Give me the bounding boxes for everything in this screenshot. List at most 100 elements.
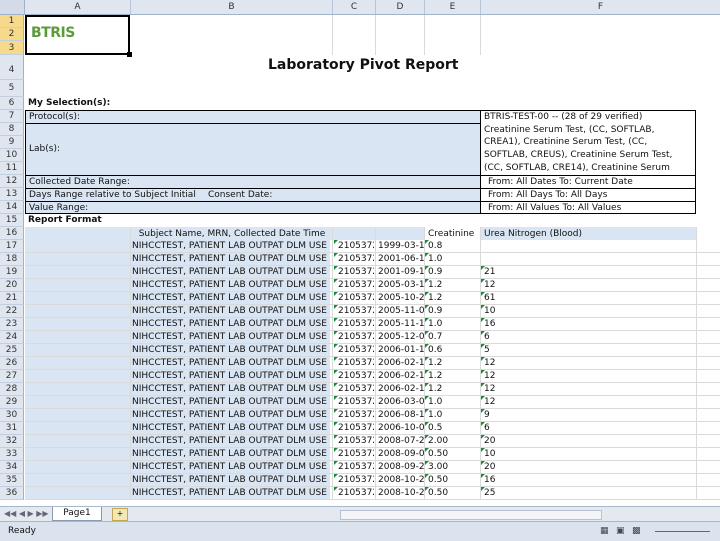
cell-collected-date[interactable]: 2001-06-16 (378, 253, 424, 265)
cell-mrn[interactable]: 2105372 (338, 279, 374, 291)
cell-subject-name[interactable]: NIHCCTEST, PATIENT LAB OUTPAT DLM USE ON… (132, 448, 330, 460)
cell-collected-date[interactable]: 2008-07-29 (378, 435, 424, 447)
cell-subject-name[interactable]: NIHCCTEST, PATIENT LAB OUTPAT DLM USE ON… (132, 422, 330, 434)
row-header-28[interactable]: 28 (0, 383, 24, 396)
row-header-30[interactable]: 30 (0, 409, 24, 422)
tab-scroll-left-icon[interactable]: ◀◀ ◀ ▶ ▶▶ (4, 509, 49, 518)
select-all-corner[interactable] (0, 0, 25, 14)
cell-creatinine[interactable]: 3.00 (428, 461, 478, 473)
cell-collected-date[interactable]: 2006-02-12 (378, 357, 424, 369)
cell-collected-date[interactable]: 2006-03-01 (378, 396, 424, 408)
row-header-6[interactable]: 6 (0, 97, 24, 110)
cell-mrn[interactable]: 2105372 (338, 344, 374, 356)
cell-collected-date[interactable]: 2005-11-01 (378, 305, 424, 317)
cell-subject-name[interactable]: NIHCCTEST, PATIENT LAB OUTPAT DLM USE ON… (132, 292, 330, 304)
cell-urea-nitrogen[interactable]: 6 (484, 331, 544, 343)
column-header-c[interactable]: C (333, 0, 376, 14)
cell-creatinine[interactable]: 0.9 (428, 266, 478, 278)
cell-creatinine[interactable]: 1.2 (428, 370, 478, 382)
cell-collected-date[interactable]: 2006-10-03 (378, 422, 424, 434)
cell-subject-name[interactable]: NIHCCTEST, PATIENT LAB OUTPAT DLM USE ON… (132, 331, 330, 343)
cell-creatinine[interactable]: 1.0 (428, 253, 478, 265)
cell-urea-nitrogen[interactable]: 12 (484, 357, 544, 369)
row-header-5[interactable]: 5 (0, 80, 24, 97)
column-header-f[interactable]: F (481, 0, 720, 14)
cell-collected-date[interactable]: 2005-03-18 (378, 279, 424, 291)
cell-creatinine[interactable]: 0.7 (428, 331, 478, 343)
row-header-12[interactable]: 12 (0, 175, 24, 188)
cell-creatinine[interactable]: 2.00 (428, 435, 478, 447)
cell-mrn[interactable]: 2105372 (338, 409, 374, 421)
cell-mrn[interactable]: 2105372 (338, 266, 374, 278)
cell-urea-nitrogen[interactable]: 20 (484, 461, 544, 473)
cell-creatinine[interactable]: 1.0 (428, 318, 478, 330)
row-header-34[interactable]: 34 (0, 461, 24, 474)
cell-subject-name[interactable]: NIHCCTEST, PATIENT LAB OUTPAT DLM USE ON… (132, 396, 330, 408)
row-header-23[interactable]: 23 (0, 318, 24, 331)
zoom-slider[interactable] (655, 531, 710, 532)
row-header-4[interactable]: 4 (0, 55, 24, 80)
cell-creatinine[interactable]: 0.50 (428, 474, 478, 486)
row-header-27[interactable]: 27 (0, 370, 24, 383)
cell-collected-date[interactable]: 2005-10-22 (378, 292, 424, 304)
cell-urea-nitrogen[interactable]: 9 (484, 409, 544, 421)
insert-sheet-icon[interactable]: + (112, 508, 128, 521)
cell-subject-name[interactable]: NIHCCTEST, PATIENT LAB OUTPAT DLM USE ON… (132, 357, 330, 369)
cell-subject-name[interactable]: NIHCCTEST, PATIENT LAB OUTPAT DLM USE ON… (132, 344, 330, 356)
cell-urea-nitrogen[interactable]: 12 (484, 279, 544, 291)
cell-collected-date[interactable]: 2001-09-10 (378, 266, 424, 278)
row-header-29[interactable]: 29 (0, 396, 24, 409)
cell-urea-nitrogen[interactable]: 10 (484, 305, 544, 317)
cell-urea-nitrogen[interactable]: 61 (484, 292, 544, 304)
row-header-20[interactable]: 20 (0, 279, 24, 292)
cell-mrn[interactable]: 2105372 (338, 487, 374, 499)
view-pagebreak-icon[interactable]: ▩ (632, 522, 641, 541)
cell-creatinine[interactable]: 1.0 (428, 409, 478, 421)
cell-creatinine[interactable]: 0.50 (428, 448, 478, 460)
row-header-16[interactable]: 16 (0, 227, 24, 240)
row-header-18[interactable]: 18 (0, 253, 24, 266)
horizontal-scrollbar[interactable] (340, 510, 602, 520)
cell-urea-nitrogen[interactable]: 25 (484, 487, 544, 499)
cell-collected-date[interactable]: 2006-08-10 (378, 409, 424, 421)
row-header-15[interactable]: 15 (0, 214, 24, 227)
cell-collected-date[interactable]: 2008-10-26 (378, 487, 424, 499)
cell-subject-name[interactable]: NIHCCTEST, PATIENT LAB OUTPAT DLM USE ON… (132, 279, 330, 291)
cell-subject-name[interactable]: NIHCCTEST, PATIENT LAB OUTPAT DLM USE ON… (132, 240, 330, 252)
column-header-e[interactable]: E (425, 0, 481, 14)
cell-collected-date[interactable]: 2005-11-18 (378, 318, 424, 330)
cell-urea-nitrogen[interactable]: 16 (484, 474, 544, 486)
cell-creatinine[interactable]: 0.8 (428, 240, 478, 252)
cell-creatinine[interactable]: 1.2 (428, 292, 478, 304)
row-header-24[interactable]: 24 (0, 331, 24, 344)
selected-cell-a1[interactable]: BTRIS (25, 15, 132, 57)
cell-subject-name[interactable]: NIHCCTEST, PATIENT LAB OUTPAT DLM USE ON… (132, 383, 330, 395)
row-header-36[interactable]: 36 (0, 487, 24, 500)
cell-creatinine[interactable]: 1.2 (428, 357, 478, 369)
cell-urea-nitrogen[interactable]: 12 (484, 370, 544, 382)
cell-creatinine[interactable]: 0.6 (428, 344, 478, 356)
cell-mrn[interactable]: 2105372 (338, 370, 374, 382)
cell-mrn[interactable]: 2105372 (338, 357, 374, 369)
row-header-1[interactable]: 1 (0, 15, 24, 28)
cell-collected-date[interactable]: 1999-03-18 (378, 240, 424, 252)
cell-collected-date[interactable]: 2008-09-24 (378, 461, 424, 473)
cell-urea-nitrogen[interactable]: 21 (484, 266, 544, 278)
cell-collected-date[interactable]: 2006-02-15 (378, 370, 424, 382)
cell-creatinine[interactable]: 1.2 (428, 383, 478, 395)
cell-urea-nitrogen[interactable]: 5 (484, 344, 544, 356)
cell-mrn[interactable]: 2105372 (338, 448, 374, 460)
cell-urea-nitrogen[interactable]: 16 (484, 318, 544, 330)
row-header-7[interactable]: 7 (0, 110, 24, 123)
sheet-tab-page1[interactable]: Page1 (52, 507, 102, 521)
row-header-21[interactable]: 21 (0, 292, 24, 305)
cell-creatinine[interactable]: 1.0 (428, 396, 478, 408)
row-header-26[interactable]: 26 (0, 357, 24, 370)
view-layout-icon[interactable]: ▣ (616, 522, 625, 541)
cell-collected-date[interactable]: 2008-10-26 (378, 474, 424, 486)
cell-urea-nitrogen[interactable]: 12 (484, 396, 544, 408)
cell-mrn[interactable]: 2105372 (338, 474, 374, 486)
cell-urea-nitrogen[interactable]: 12 (484, 383, 544, 395)
row-header-2[interactable]: 2 (0, 28, 24, 41)
cell-creatinine[interactable]: 0.9 (428, 305, 478, 317)
